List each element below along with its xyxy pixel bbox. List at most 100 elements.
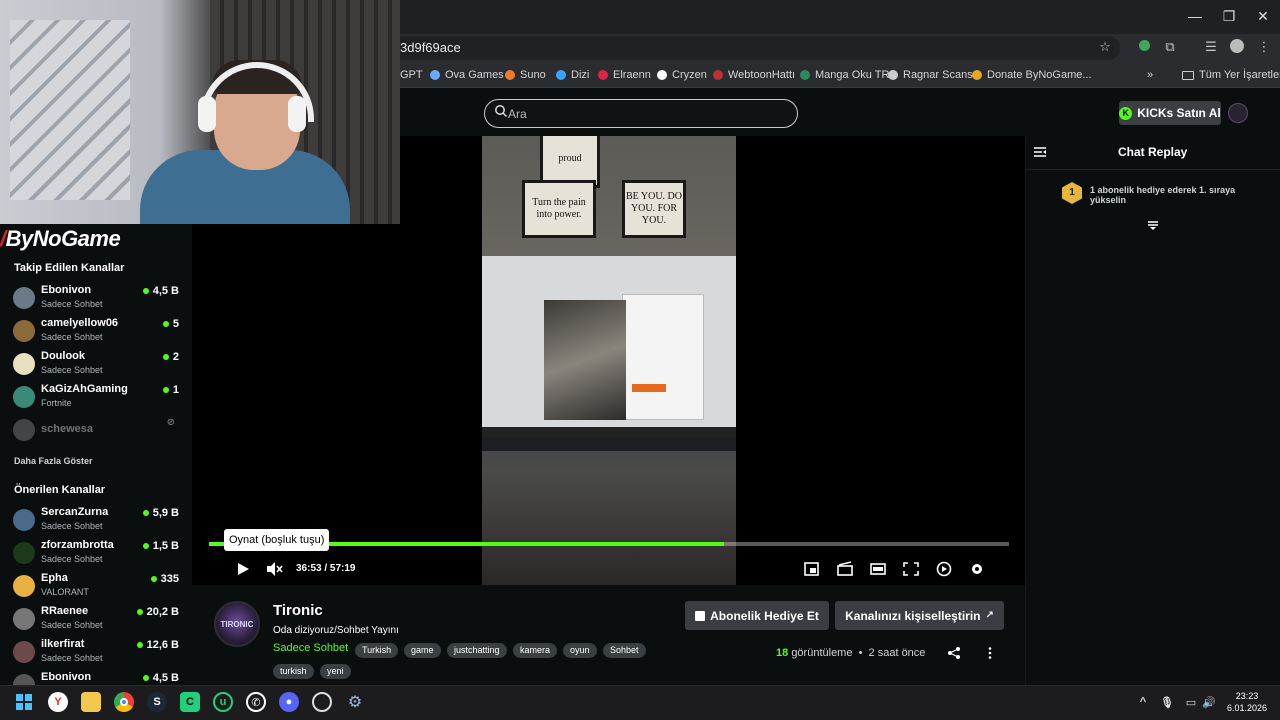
chrome-icon[interactable]: [114, 692, 134, 712]
mute-icon[interactable]: [265, 561, 283, 577]
sidebar-channel-item[interactable]: SercanZurna Sadece Sohbet 5,9 B: [13, 506, 183, 536]
theater-mode-icon[interactable]: [869, 561, 887, 577]
settings-gear-icon[interactable]: [968, 561, 986, 577]
channel-avatar: [13, 320, 35, 342]
viewer-count: 20,2 B: [136, 606, 179, 618]
offline-icon: ⊘: [166, 417, 175, 428]
customize-channel-button[interactable]: Kanalınızı kişiselleştirin ↗: [835, 601, 1004, 630]
show-more-link[interactable]: Daha Fazla Göster: [14, 456, 93, 466]
volume-icon[interactable]: 🔊: [1199, 692, 1219, 712]
browser-menu-icon[interactable]: ⋮: [1256, 39, 1272, 55]
bookmark-favicon-icon: [657, 70, 667, 80]
clip-icon[interactable]: [836, 561, 854, 577]
obs-icon[interactable]: [312, 692, 332, 712]
gift-subscription-button[interactable]: Abonelik Hediye Et: [685, 601, 829, 630]
bookmark-item[interactable]: Ragnar Scans: [888, 67, 973, 83]
collapse-chat-icon[interactable]: [1033, 146, 1047, 158]
show-hidden-icons-icon[interactable]: ^: [1133, 692, 1153, 712]
channel-category: Sadece Sohbet: [41, 653, 103, 663]
address-bar[interactable]: [392, 36, 1120, 60]
sidebar-channel-item[interactable]: schewesa ⊘: [13, 416, 183, 446]
playback-speed-icon[interactable]: [935, 561, 953, 577]
extensions-puzzle-icon[interactable]: ⧉: [1162, 39, 1178, 55]
miniplayer-icon[interactable]: [803, 561, 821, 577]
bookmark-item[interactable]: Dizi: [556, 67, 589, 83]
gift-icon: [695, 610, 706, 621]
network-icon[interactable]: ▭: [1181, 692, 1201, 712]
stream-tag[interactable]: justchatting: [447, 643, 507, 658]
all-bookmarks-folder[interactable]: Tüm Yer İşaretleri: [1182, 67, 1280, 83]
stream-category[interactable]: Sadece Sohbet: [273, 642, 348, 654]
microphone-icon[interactable]: 🎙: [1157, 692, 1177, 712]
chat-panel: [1025, 136, 1280, 685]
sidebar-channel-item[interactable]: Epha VALORANT 335: [13, 572, 183, 602]
bookmark-item[interactable]: Ova Games: [430, 67, 504, 83]
channel-name[interactable]: Tironic: [273, 602, 323, 619]
bookmark-item[interactable]: Manga Oku TR: [800, 67, 889, 83]
viewer-count: 5,9 B: [142, 507, 179, 519]
stream-title: Oda diziyoruz/Sohbet Yayını: [273, 625, 399, 636]
stream-tag[interactable]: turkish: [273, 664, 314, 679]
yandex-browser-icon[interactable]: Y: [48, 692, 68, 712]
bookmark-item[interactable]: Suno: [505, 67, 546, 83]
discord-icon[interactable]: ●: [279, 692, 299, 712]
media-control-icon[interactable]: ☰: [1203, 39, 1219, 55]
user-avatar[interactable]: [1228, 103, 1248, 123]
stream-tag[interactable]: kamera: [513, 643, 558, 658]
channel-name: schewesa: [41, 423, 93, 435]
bookmark-item[interactable]: Cryzen: [657, 67, 707, 83]
steam-icon[interactable]: S: [147, 692, 167, 712]
bookmark-star-icon[interactable]: ☆: [1097, 39, 1113, 55]
viewer-count: 12,6 B: [136, 639, 179, 651]
sidebar-channel-item[interactable]: camelyellow06 Sadece Sohbet 5: [13, 317, 183, 347]
bookmark-item[interactable]: GPT: [400, 67, 423, 83]
bookmark-item[interactable]: Donate ByNoGame...: [972, 67, 1092, 83]
fullscreen-icon[interactable]: [902, 561, 920, 577]
live-indicator-icon: [142, 510, 149, 516]
stream-tag[interactable]: Turkish: [355, 643, 399, 658]
channel-avatar[interactable]: TIRONIC: [214, 601, 260, 647]
sidebar-channel-item[interactable]: ilkerfirat Sadece Sohbet 12,6 B: [13, 638, 183, 668]
profile-avatar[interactable]: [1229, 39, 1245, 55]
viewer-count: 1: [162, 384, 179, 396]
utorrent-icon[interactable]: u: [213, 692, 233, 712]
play-icon[interactable]: [234, 561, 252, 577]
close-button[interactable]: ✕: [1248, 6, 1278, 26]
stream-tag[interactable]: oyun: [563, 643, 597, 658]
extension-shield-icon[interactable]: [1136, 39, 1152, 55]
bookmarks-more-button[interactable]: »: [1147, 67, 1153, 83]
settings-app-icon[interactable]: ⚙: [345, 692, 365, 712]
windows-start-icon[interactable]: [14, 692, 34, 712]
expand-leaderboard-icon[interactable]: [1147, 220, 1159, 231]
channel-category: Sadece Sohbet: [41, 521, 103, 531]
search-input[interactable]: [484, 99, 798, 128]
buy-kicks-button[interactable]: K KICKs Satın Al: [1119, 101, 1221, 125]
bookmark-item[interactable]: Elraenn: [598, 67, 651, 83]
address-url: 3d9f69ace: [400, 40, 461, 55]
sidebar-channel-item[interactable]: Doulook Sadece Sohbet 2: [13, 350, 183, 380]
kicks-icon: K: [1119, 106, 1133, 120]
maximize-button[interactable]: ❐: [1214, 6, 1244, 26]
stream-tag[interactable]: Sohbet: [603, 643, 646, 658]
share-icon[interactable]: [947, 646, 961, 660]
bookmark-item[interactable]: WebtoonHattı: [713, 67, 795, 83]
minimize-button[interactable]: —: [1180, 6, 1210, 26]
sidebar-channel-item[interactable]: zforzambrotta Sadece Sohbet 1,5 B: [13, 539, 183, 569]
stream-tag[interactable]: yeni: [320, 664, 351, 679]
sidebar-channel-item[interactable]: KaGizAhGaming Fortnite 1: [13, 383, 183, 413]
system-clock[interactable]: 23:23 6.01.2026: [1222, 690, 1272, 714]
channel-name: KaGizAhGaming: [41, 383, 128, 395]
viewer-count: 4,5 B: [142, 672, 179, 684]
viewer-count: 1,5 B: [142, 540, 179, 552]
whatsapp-icon[interactable]: ✆: [246, 692, 266, 712]
monitor-taskbar: [482, 427, 736, 437]
site-logo[interactable]: /ByNoGame: [0, 226, 121, 252]
viewer-count: 5: [162, 318, 179, 330]
stream-tag[interactable]: game: [404, 643, 441, 658]
channel-name: camelyellow06: [41, 317, 119, 329]
sidebar-channel-item[interactable]: RRaenee Sadece Sohbet 20,2 B: [13, 605, 183, 635]
file-explorer-icon[interactable]: [81, 692, 101, 712]
more-options-icon[interactable]: [983, 646, 997, 660]
camtasia-icon[interactable]: C: [180, 692, 200, 712]
sidebar-channel-item[interactable]: Ebonivon Sadece Sohbet 4,5 B: [13, 284, 183, 314]
